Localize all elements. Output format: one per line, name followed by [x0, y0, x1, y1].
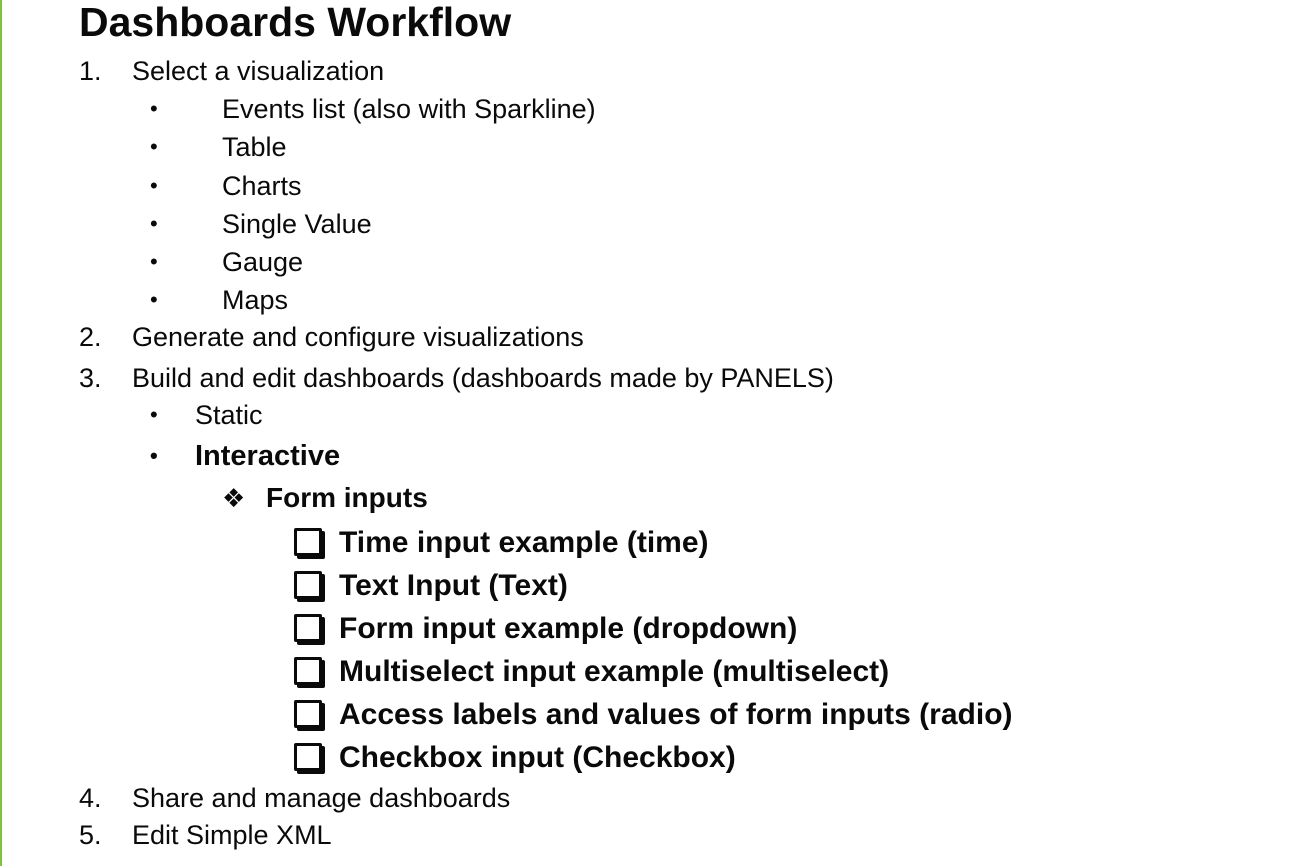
bullet-icon: •: [150, 402, 158, 427]
step-text: Build and edit dashboards (dashboards ma…: [132, 363, 834, 393]
checkbox-bullet-icon: [294, 743, 322, 771]
form-input-text: Form input example (dropdown): [339, 612, 798, 645]
step-text: Share and manage dashboards: [132, 783, 511, 813]
bullet-icon: •: [150, 173, 158, 198]
step-number: 4.: [79, 783, 102, 813]
form-input-text: Checkbox input (Checkbox): [339, 741, 736, 774]
list-item-text: Interactive: [195, 440, 341, 472]
checkbox-bullet-icon: [294, 700, 322, 728]
list-item-text: Maps: [222, 285, 289, 315]
checkbox-bullet-icon: [294, 528, 322, 556]
step-number: 5.: [79, 820, 102, 850]
form-input-text: Time input example (time): [339, 526, 709, 559]
step-number: 2.: [79, 322, 102, 352]
list-item-text: Events list (also with Sparkline): [222, 94, 596, 124]
diamond-bullet-icon: ❖: [222, 483, 246, 513]
form-inputs-label: Form inputs: [266, 482, 428, 513]
bullet-icon: •: [150, 211, 158, 236]
form-input-text: Access labels and values of form inputs …: [339, 698, 1013, 731]
step-number: 1.: [79, 56, 102, 86]
list-item-text: Single Value: [222, 209, 372, 239]
list-item-text: Charts: [222, 171, 302, 201]
bullet-icon: •: [150, 287, 158, 312]
step-text: Edit Simple XML: [132, 820, 332, 850]
step-text: Select a visualization: [132, 56, 385, 86]
checkbox-bullet-icon: [294, 614, 322, 642]
step-text: Generate and configure visualizations: [132, 322, 584, 352]
bullet-icon: •: [150, 443, 158, 468]
list-item-text: Static: [195, 400, 263, 430]
list-item-text: Gauge: [222, 247, 304, 277]
bullet-icon: •: [150, 96, 158, 121]
step-number: 3.: [79, 363, 102, 393]
list-item-text: Table: [222, 132, 287, 162]
left-accent-border: [0, 0, 2, 866]
page-title: Dashboards Workflow: [79, 0, 512, 45]
slide: Dashboards Workflow 1. Select a visualiz…: [0, 0, 1294, 866]
form-input-text: Multiselect input example (multiselect): [339, 655, 890, 688]
checkbox-bullet-icon: [294, 571, 322, 599]
bullet-icon: •: [150, 134, 158, 159]
checkbox-bullet-icon: [294, 657, 322, 685]
form-input-text: Text Input (Text): [339, 569, 568, 602]
bullet-icon: •: [150, 249, 158, 274]
